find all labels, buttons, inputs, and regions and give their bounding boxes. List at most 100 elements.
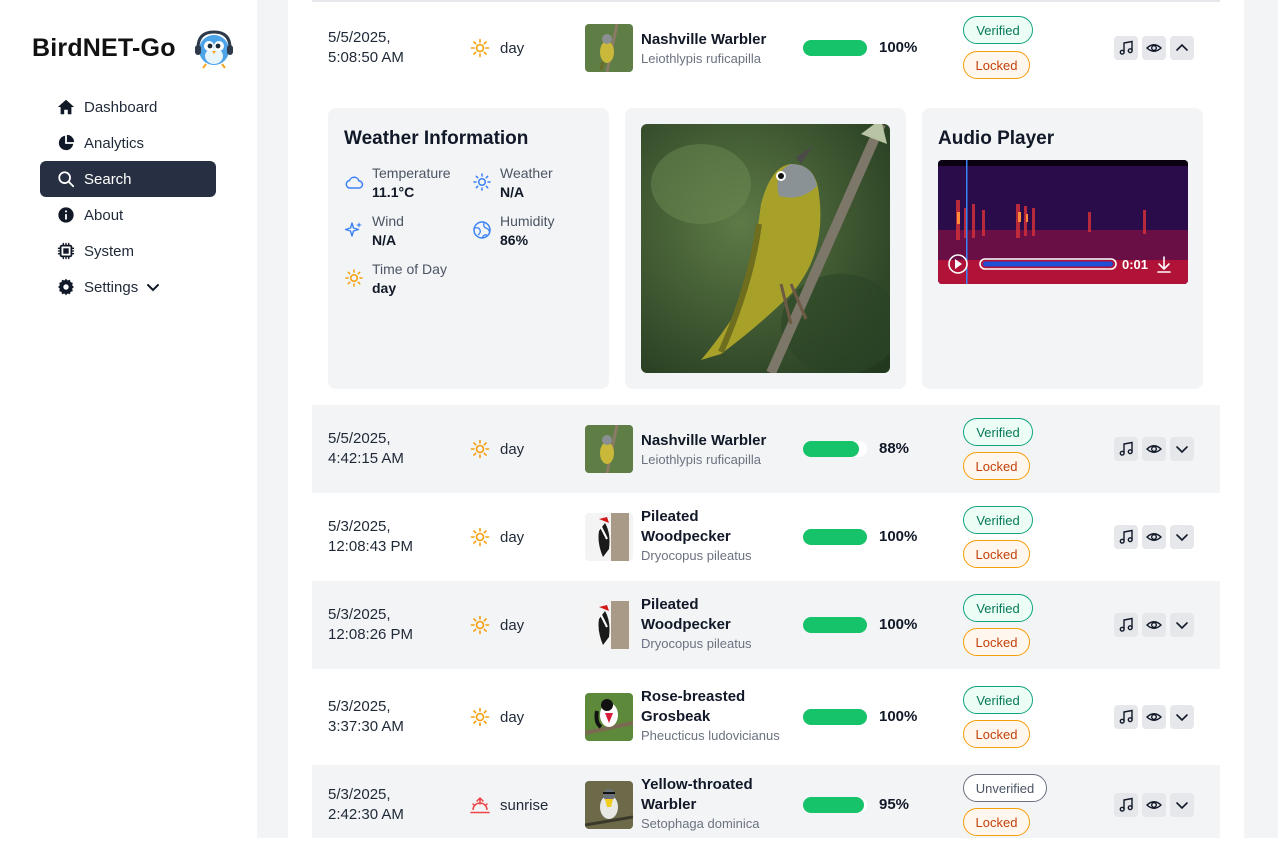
- expand-button[interactable]: [1170, 613, 1194, 637]
- sidebar-item-label: Analytics: [84, 134, 145, 152]
- lock-badge[interactable]: Locked: [963, 808, 1030, 836]
- home-icon: [56, 97, 76, 117]
- table-row[interactable]: 5/5/2025, 4:42:15 AM day Nashville Warbler L…: [312, 405, 1220, 493]
- collapse-button[interactable]: [1170, 36, 1194, 60]
- expand-button[interactable]: [1170, 437, 1194, 461]
- bird-thumbnail[interactable]: [585, 781, 633, 829]
- expand-button[interactable]: [1170, 793, 1194, 817]
- audio-button[interactable]: [1114, 793, 1138, 817]
- common-name: Pileated Woodpecker: [641, 596, 731, 633]
- lock-badge[interactable]: Locked: [963, 628, 1030, 656]
- scientific-name: Setophaga dominica: [641, 816, 760, 831]
- table-row[interactable]: 5/3/2025, 3:37:30 AM day Rose-breasted Gros…: [312, 669, 1220, 765]
- sidebar-item-system[interactable]: System: [40, 233, 216, 269]
- audio-button[interactable]: [1114, 36, 1138, 60]
- species-name[interactable]: Pileated Woodpecker Dryocopus pileatus: [641, 507, 786, 564]
- time-of-day: day: [470, 707, 524, 727]
- sidebar-item-label: Dashboard: [84, 98, 158, 116]
- confidence-value: 100%: [879, 616, 918, 633]
- view-button[interactable]: [1142, 705, 1166, 729]
- audio-button[interactable]: [1114, 437, 1138, 461]
- species-name[interactable]: Nashville Warbler Leiothlypis ruficapill…: [641, 30, 786, 67]
- chevron-down-icon: [1176, 446, 1188, 454]
- detection-date: 5/3/2025,: [328, 698, 391, 715]
- bird-photo[interactable]: [641, 124, 890, 373]
- view-button[interactable]: [1142, 36, 1166, 60]
- audio-button[interactable]: [1114, 705, 1138, 729]
- detection-datetime: 5/3/2025, 12:08:43 PM: [328, 517, 448, 557]
- time-of-day: sunrise: [470, 795, 548, 815]
- table-row[interactable]: 5/3/2025, 12:08:26 PM day Pileated Woodpeck…: [312, 581, 1220, 669]
- sidebar-item-search[interactable]: Search: [40, 161, 216, 197]
- table-row[interactable]: 5/3/2025, 2:42:30 AM sunrise Yellow-throate…: [312, 765, 1220, 838]
- weather-label: Weather: [500, 165, 553, 181]
- info-icon: [56, 205, 76, 225]
- cloud-icon: [345, 176, 364, 189]
- confidence-value: 100%: [879, 39, 918, 56]
- music-note-icon: [1119, 797, 1133, 812]
- time-of-day-label: day: [500, 440, 525, 458]
- spectrogram[interactable]: 0:01: [938, 160, 1188, 284]
- brand[interactable]: BirdNET-Go: [32, 26, 236, 70]
- sidebar-item-settings[interactable]: Settings: [40, 269, 216, 305]
- status-badge[interactable]: Verified: [963, 16, 1033, 44]
- chevron-up-icon: [1176, 43, 1188, 51]
- status-badge[interactable]: Verified: [963, 594, 1033, 622]
- status-badge[interactable]: Unverified: [963, 774, 1047, 802]
- view-button[interactable]: [1142, 437, 1166, 461]
- eye-icon: [1146, 713, 1162, 721]
- bird-thumbnail[interactable]: [585, 601, 633, 649]
- bird-image-panel: [625, 108, 906, 389]
- lock-badge[interactable]: Locked: [963, 540, 1030, 568]
- view-button[interactable]: [1142, 613, 1166, 637]
- music-note-icon: [1119, 441, 1133, 456]
- sidebar-item-about[interactable]: About: [40, 197, 216, 233]
- temperature-value: 11.1°C: [372, 184, 415, 200]
- audio-button[interactable]: [1114, 613, 1138, 637]
- detection-time: 12:08:43 PM: [328, 538, 414, 555]
- detection-time: 4:42:15 AM: [328, 450, 404, 467]
- bird-thumbnail[interactable]: [585, 24, 633, 72]
- sidebar-item-label: Settings: [84, 278, 139, 296]
- scientific-name: Leiothlypis ruficapilla: [641, 51, 761, 66]
- wind-info: Wind N/A: [344, 212, 404, 250]
- status-badge[interactable]: Verified: [963, 418, 1033, 446]
- expand-button[interactable]: [1170, 705, 1194, 729]
- audio-button[interactable]: [1114, 525, 1138, 549]
- scientific-name: Dryocopus pileatus: [641, 636, 752, 651]
- eye-icon: [1146, 44, 1162, 52]
- sidebar-item-analytics[interactable]: Analytics: [40, 125, 216, 161]
- sun-icon: [470, 527, 490, 547]
- species-name[interactable]: Pileated Woodpecker Dryocopus pileatus: [641, 595, 786, 652]
- time-of-day-label: day: [500, 616, 525, 634]
- scientific-name: Pheucticus ludovicianus: [641, 728, 780, 743]
- lock-badge[interactable]: Locked: [963, 720, 1030, 748]
- tod-label: Time of Day: [372, 261, 447, 277]
- species-name[interactable]: Rose-breasted Grosbeak Pheucticus ludovic…: [641, 687, 786, 744]
- chevron-down-icon: [1176, 714, 1188, 722]
- view-button[interactable]: [1142, 525, 1166, 549]
- confidence-fill: [803, 617, 867, 633]
- footer-strip: [0, 838, 1278, 854]
- status-badge[interactable]: Verified: [963, 686, 1033, 714]
- bird-thumbnail[interactable]: [585, 425, 633, 473]
- confidence-fill: [803, 529, 867, 545]
- species-name[interactable]: Yellow-throated Warbler Setophaga dominic…: [641, 775, 786, 832]
- sidebar-item-dashboard[interactable]: Dashboard: [40, 89, 216, 125]
- lock-badge[interactable]: Locked: [963, 51, 1030, 79]
- table-row[interactable]: 5/3/2025, 12:08:43 PM day Pileated Woodpeck…: [312, 493, 1220, 581]
- lock-badge[interactable]: Locked: [963, 452, 1030, 480]
- status-badge[interactable]: Verified: [963, 506, 1033, 534]
- table-row-expanded[interactable]: 5/5/2025, 5:08:50 AM day Nashville Warbl…: [312, 2, 1220, 96]
- eye-icon: [1146, 621, 1162, 629]
- sun-icon: [473, 173, 491, 191]
- expand-button[interactable]: [1170, 525, 1194, 549]
- bird-thumbnail[interactable]: [585, 693, 633, 741]
- weather-panel: Weather Information Temperature 11.1°C We…: [328, 108, 609, 389]
- audio-player-panel: Audio Player 0:01: [922, 108, 1203, 389]
- bird-thumbnail[interactable]: [585, 513, 633, 561]
- detection-time: 5:08:50 AM: [328, 49, 404, 66]
- species-name[interactable]: Nashville Warbler Leiothlypis ruficapilla: [641, 431, 786, 468]
- view-button[interactable]: [1142, 793, 1166, 817]
- sun-icon: [345, 269, 363, 287]
